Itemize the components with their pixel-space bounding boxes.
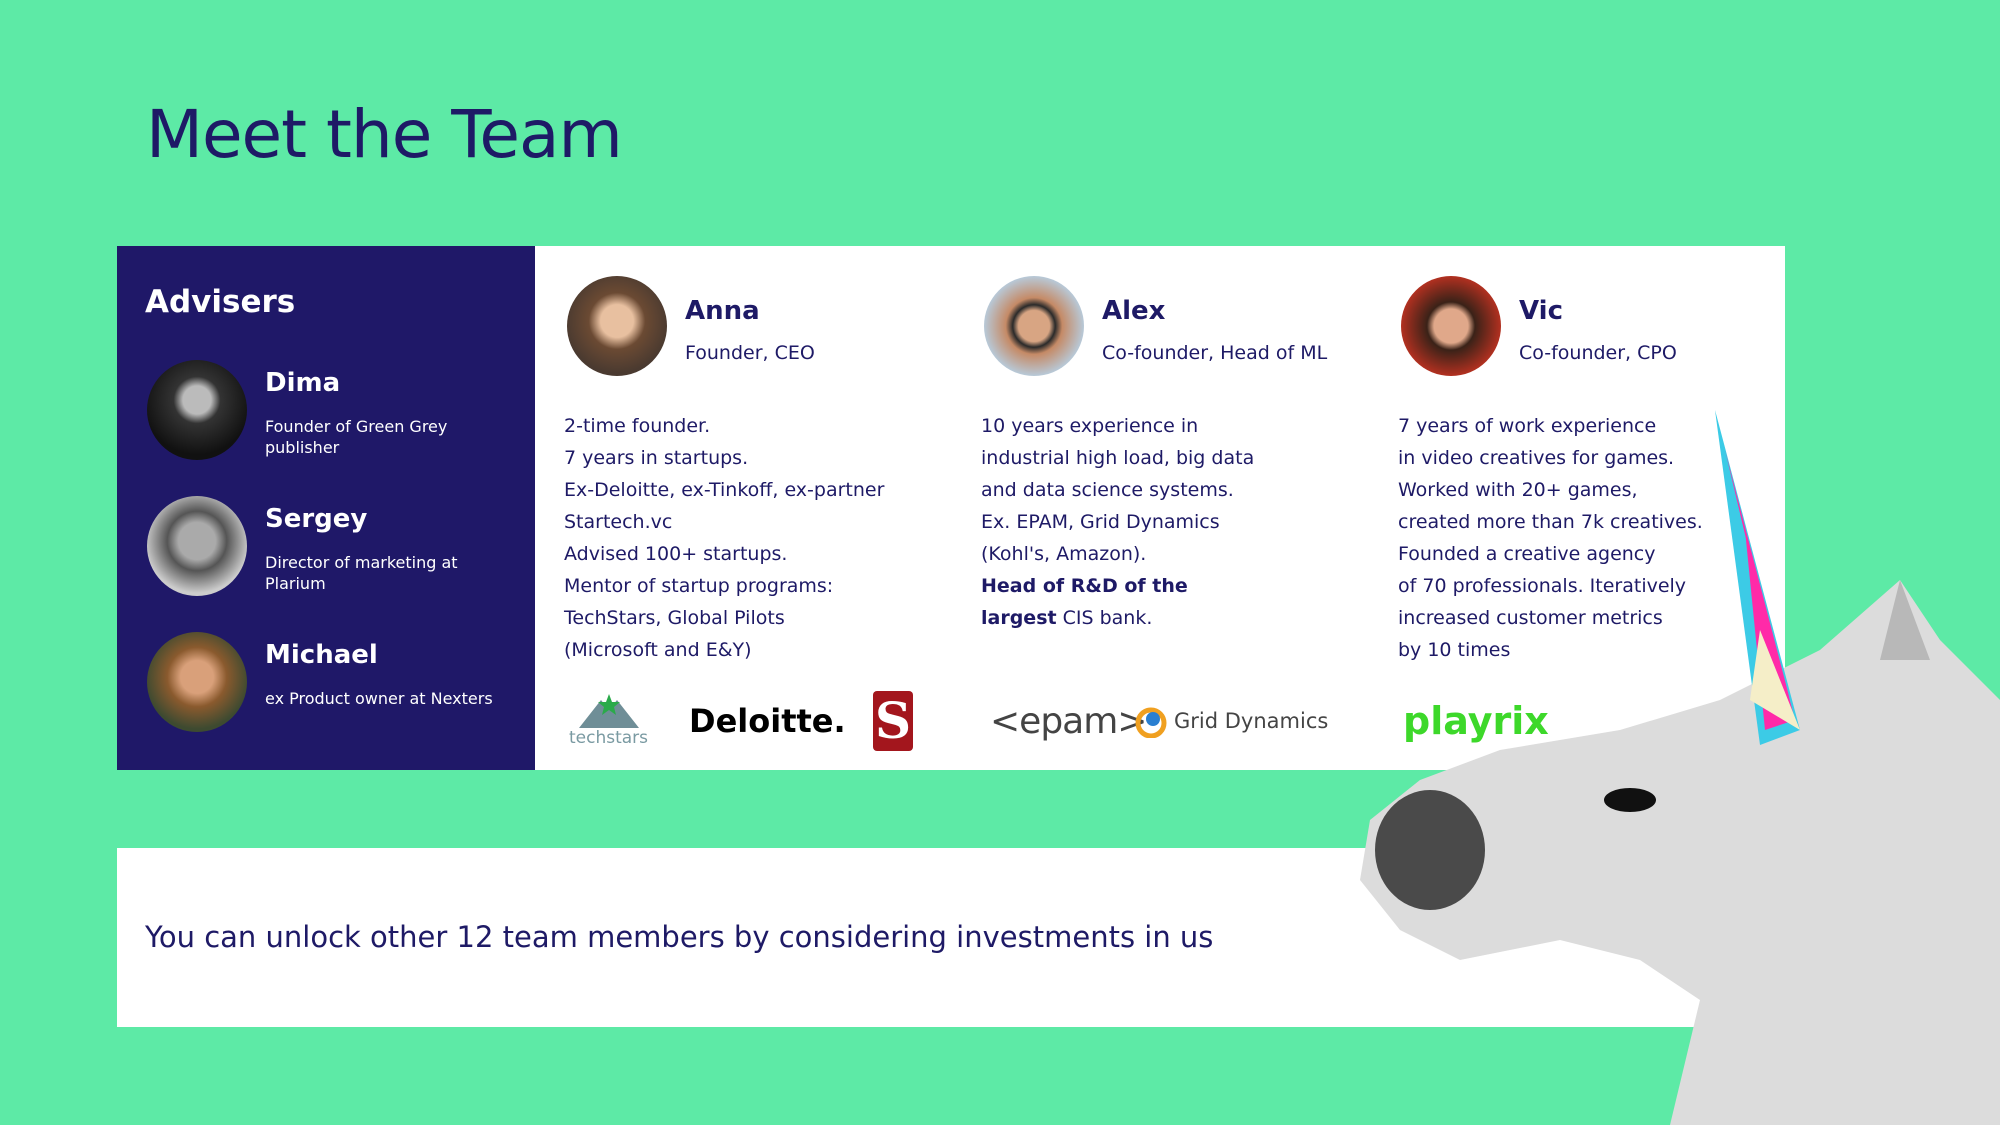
avatar [147,360,247,460]
bio-line: Startech.vc [564,511,673,533]
techstars-logo: techstars [569,686,648,756]
member-bio: 2-time founder. 7 years in startups. Ex-… [564,410,944,666]
bio-line: Ex. EPAM, Grid Dynamics [981,511,1220,533]
bio-line: CIS bank. [1056,607,1153,629]
bio-line: Advised 100+ startups. [564,543,788,565]
avatar [147,496,247,596]
advisers-panel: Advisers Dima Founder of Green Grey publ… [117,246,535,770]
bio-line: (Microsoft and E&Y) [564,639,752,661]
avatar [1401,276,1501,376]
bio-line: industrial high load, big data [981,447,1255,469]
adviser-card: Dima Founder of Green Grey publisher [147,360,527,470]
epam-logo: <epam> [990,700,1147,742]
team-member-alex: Alex Co-founder, Head of ML 10 years exp… [952,246,1362,770]
bio-line: Mentor of startup programs: [564,575,834,597]
adviser-name: Sergey [265,504,368,534]
bio-line: 7 years in startups. [564,447,749,469]
bio-line: and data science systems. [981,479,1234,501]
bio-line: Ex-Deloitte, ex-Tinkoff, ex-partner [564,479,885,501]
member-role: Founder, CEO [685,342,815,364]
bio-line: 10 years experience in [981,415,1199,437]
member-bio: 10 years experience in industrial high l… [981,410,1361,634]
techstars-mountain-icon [578,694,639,728]
adviser-desc: Director of marketing at Plarium [265,553,458,593]
grid-dynamics-logo: Grid Dynamics [1134,686,1328,756]
member-name: Alex [1102,296,1166,326]
adviser-card: Michael ex Product owner at Nexters [147,632,527,742]
avatar [147,632,247,732]
bio-line: TechStars, Global Pilots [564,607,785,629]
advisers-heading: Advisers [145,284,296,320]
adviser-desc: Founder of Green Grey publisher [265,417,448,457]
adviser-desc: ex Product owner at Nexters [265,689,493,708]
member-name: Anna [685,296,760,326]
adviser-name: Michael [265,640,378,670]
unlock-text: You can unlock other 12 team members by … [145,920,1214,954]
deloitte-logo: Deloitte. [689,702,846,740]
unicorn-illustration [1360,410,2000,1125]
adviser-card: Sergey Director of marketing at Plarium [147,496,527,606]
stanford-logo: S [873,691,913,751]
team-member-anna: Anna Founder, CEO 2-time founder. 7 year… [535,246,945,770]
adviser-name: Dima [265,368,341,398]
bio-line: 2-time founder. [564,415,711,437]
member-name: Vic [1519,296,1563,326]
bio-highlight: Head of R&D of the [981,575,1188,597]
avatar [567,276,667,376]
member-role: Co-founder, Head of ML [1102,342,1328,364]
member-role: Co-founder, CPO [1519,342,1677,364]
avatar [984,276,1084,376]
bio-line: (Kohl's, Amazon). [981,543,1147,565]
grid-dynamics-icon [1135,707,1167,738]
bio-highlight: largest [981,607,1057,629]
page-title: Meet the Team [146,96,623,173]
